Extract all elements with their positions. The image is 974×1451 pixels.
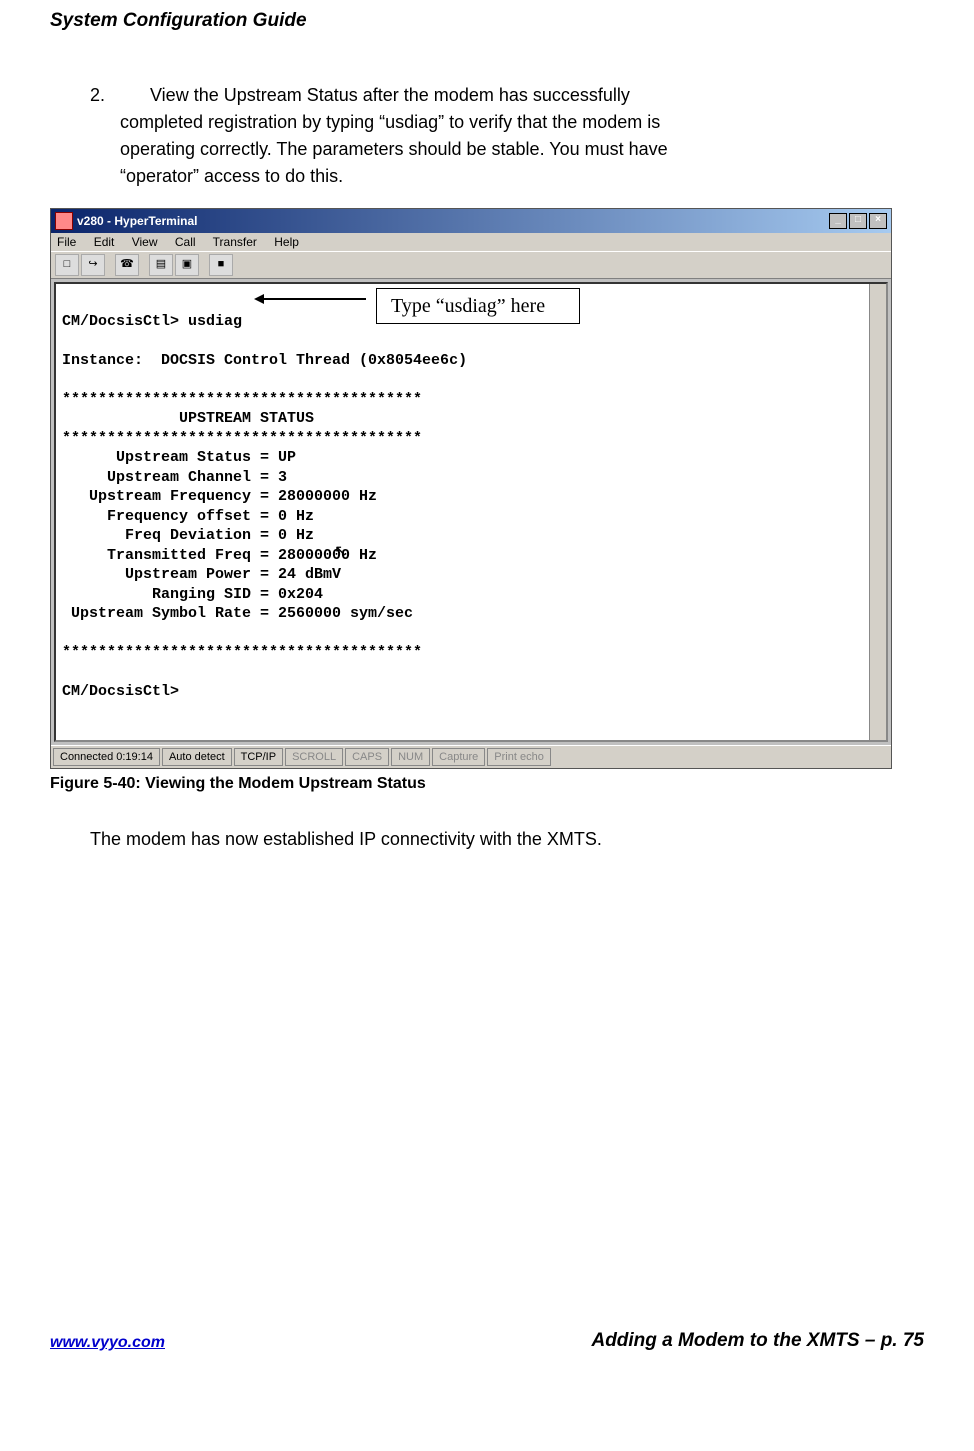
- step-block: 2.View the Upstream Status after the mod…: [90, 82, 864, 190]
- window-title: v280 - HyperTerminal: [77, 214, 829, 228]
- status-echo: Print echo: [487, 748, 551, 766]
- status-capture: Capture: [432, 748, 485, 766]
- toolbar-btn-1[interactable]: □: [55, 254, 79, 276]
- callout-box: Type “usdiag” here: [376, 288, 580, 324]
- status-proto: TCP/IP: [234, 748, 283, 766]
- term-line-stars3: ****************************************: [62, 644, 422, 661]
- toolbar-btn-3[interactable]: ☎: [115, 254, 139, 276]
- mouse-cursor-icon: ↖: [334, 542, 347, 563]
- step-text-2: completed registration by typing “usdiag…: [120, 109, 864, 136]
- step-text-1: View the Upstream Status after the modem…: [150, 85, 630, 105]
- term-line-instance: Instance: DOCSIS Control Thread (0x8054e…: [62, 352, 467, 369]
- after-text: The modem has now established IP connect…: [90, 829, 924, 850]
- toolbar-btn-4[interactable]: ▤: [149, 254, 173, 276]
- hyperterminal-window: v280 - HyperTerminal _ □ × File Edit Vie…: [50, 208, 892, 769]
- toolbar-btn-6[interactable]: ■: [209, 254, 233, 276]
- term-line-stars2: ****************************************: [62, 430, 422, 447]
- term-line-sid: Ranging SID = 0x204: [62, 586, 323, 603]
- term-line-freq: Upstream Frequency = 28000000 Hz: [62, 488, 377, 505]
- menu-file[interactable]: File: [57, 235, 76, 249]
- app-icon: [55, 212, 73, 230]
- term-line-stars1: ****************************************: [62, 391, 422, 408]
- term-line-dev: Freq Deviation = 0 Hz: [62, 527, 314, 544]
- term-line-channel: Upstream Channel = 3: [62, 469, 287, 486]
- toolbar-btn-2[interactable]: ↪: [81, 254, 105, 276]
- term-line-power: Upstream Power = 24 dBmV: [62, 566, 341, 583]
- close-button[interactable]: ×: [869, 213, 887, 229]
- status-detect: Auto detect: [162, 748, 232, 766]
- term-line-symrate: Upstream Symbol Rate = 2560000 sym/sec: [62, 605, 413, 622]
- menu-view[interactable]: View: [132, 235, 158, 249]
- status-connected: Connected 0:19:14: [53, 748, 160, 766]
- step-text-4: “operator” access to do this.: [120, 163, 864, 190]
- maximize-button[interactable]: □: [849, 213, 867, 229]
- menu-edit[interactable]: Edit: [94, 235, 115, 249]
- menu-help[interactable]: Help: [274, 235, 299, 249]
- step-text-3: operating correctly. The parameters shou…: [120, 136, 864, 163]
- term-line-offset: Frequency offset = 0 Hz: [62, 508, 314, 525]
- page-header-title: System Configuration Guide: [50, 10, 924, 32]
- window-titlebar[interactable]: v280 - HyperTerminal _ □ ×: [51, 209, 891, 233]
- callout-arrow: [256, 298, 366, 300]
- status-scroll: SCROLL: [285, 748, 343, 766]
- term-line-prompt2: CM/DocsisCtl>: [62, 683, 179, 700]
- toolbar-btn-5[interactable]: ▣: [175, 254, 199, 276]
- terminal-output[interactable]: CM/DocsisCtl> usdiag Instance: DOCSIS Co…: [54, 282, 888, 742]
- term-line-prompt: CM/DocsisCtl> usdiag: [62, 313, 242, 330]
- step-number: 2.: [90, 82, 150, 109]
- term-line-heading: UPSTREAM STATUS: [62, 410, 314, 427]
- menu-call[interactable]: Call: [175, 235, 196, 249]
- toolbar: □ ↪ ☎ ▤ ▣ ■: [51, 251, 891, 279]
- vertical-scrollbar[interactable]: [869, 284, 886, 740]
- menu-bar: File Edit View Call Transfer Help: [51, 233, 891, 251]
- page-footer: www.vyyo.com Adding a Modem to the XMTS …: [50, 1330, 924, 1352]
- footer-site-link[interactable]: www.vyyo.com: [50, 1334, 165, 1352]
- footer-page: Adding a Modem to the XMTS – p. 75: [591, 1330, 924, 1352]
- menu-transfer[interactable]: Transfer: [213, 235, 257, 249]
- status-num: NUM: [391, 748, 430, 766]
- term-line-txfreq: Transmitted Freq = 28000000 Hz: [62, 547, 377, 564]
- status-bar: Connected 0:19:14 Auto detect TCP/IP SCR…: [51, 745, 891, 768]
- figure-caption: Figure 5-40: Viewing the Modem Upstream …: [50, 775, 924, 793]
- term-line-status: Upstream Status = UP: [62, 449, 296, 466]
- status-caps: CAPS: [345, 748, 389, 766]
- minimize-button[interactable]: _: [829, 213, 847, 229]
